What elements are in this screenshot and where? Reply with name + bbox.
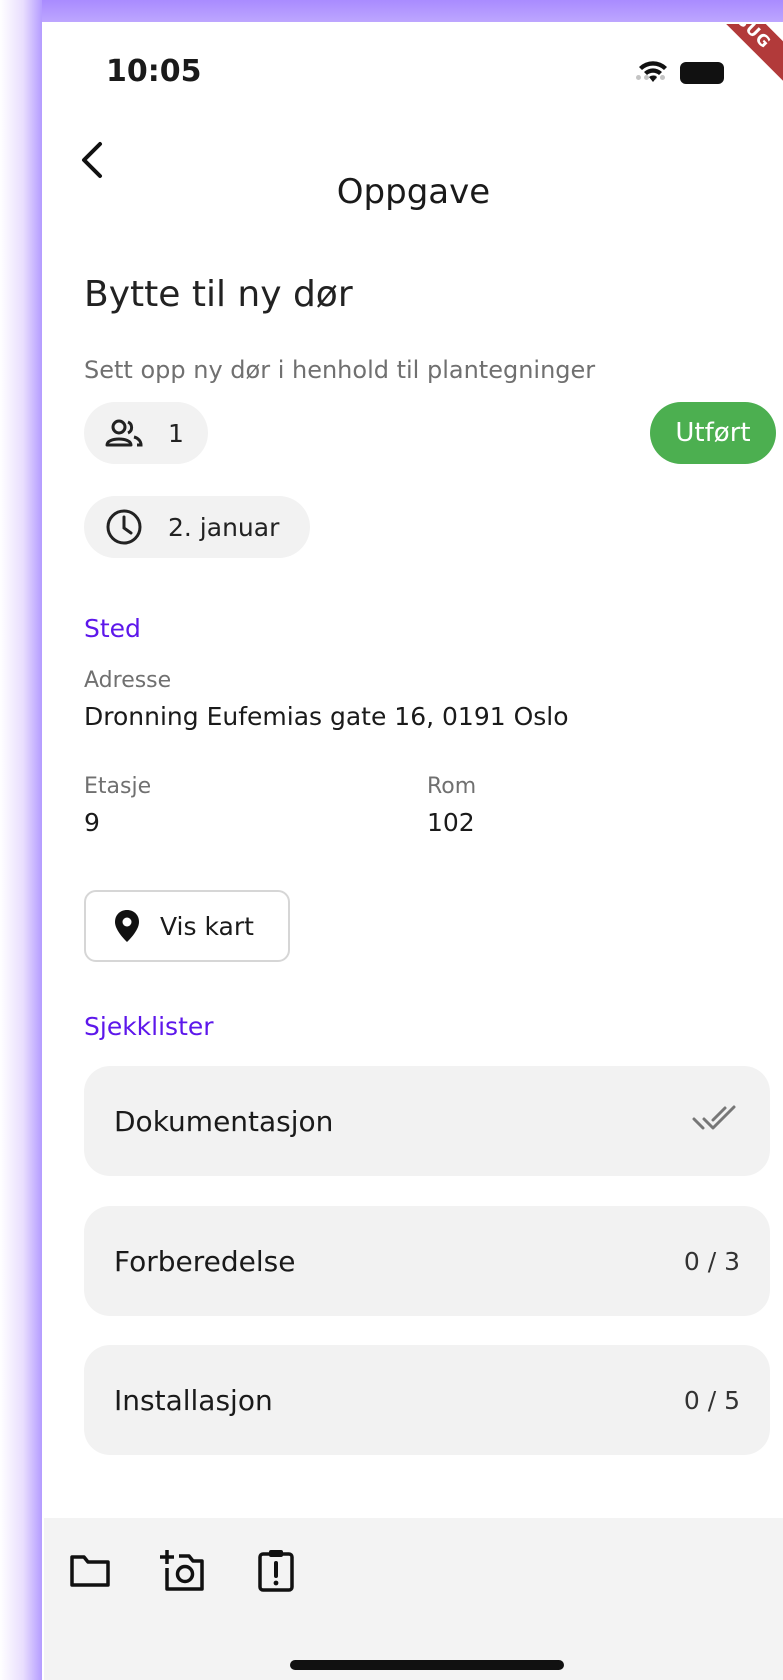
checklist-item-label: Dokumentasjon — [114, 1104, 334, 1138]
room-value: 102 — [427, 808, 475, 837]
checklists-section-title: Sjekklister — [84, 1012, 214, 1041]
bottom-toolbar — [44, 1518, 783, 1680]
show-map-label: Vis kart — [160, 911, 254, 941]
address-label: Adresse — [84, 668, 172, 693]
floor-label: Etasje — [84, 774, 152, 799]
debug-banner: DEBUG — [670, 24, 783, 96]
people-count: 1 — [168, 418, 184, 448]
show-map-button[interactable]: Vis kart — [84, 890, 290, 962]
battery-icon — [680, 62, 724, 84]
report-clipboard-icon[interactable] — [248, 1542, 304, 1598]
date-chip: 2. januar — [84, 496, 310, 558]
folder-icon[interactable] — [62, 1542, 118, 1598]
checklist-item-installasjon[interactable]: Installasjon 0 / 5 — [84, 1345, 770, 1455]
add-photo-icon[interactable] — [154, 1542, 210, 1598]
checklist-progress: 0 / 5 — [683, 1385, 740, 1415]
status-badge[interactable]: Utført — [650, 402, 776, 464]
wifi-icon-glyph — [639, 61, 667, 82]
done-all-icon — [692, 1104, 740, 1138]
checklist-item-forberedelse[interactable]: Forberedelse 0 / 3 — [84, 1206, 770, 1316]
window-frame-left — [0, 0, 42, 1680]
location-pin-icon — [114, 909, 140, 943]
task-date: 2. januar — [168, 512, 280, 542]
checklist-item-label: Forberedelse — [114, 1244, 296, 1278]
status-time: 10:05 — [106, 54, 202, 89]
window-frame-top — [42, 0, 783, 22]
location-section-title: Sted — [84, 614, 141, 643]
page-title: Oppgave — [336, 172, 491, 212]
checklist-progress: 0 / 3 — [683, 1246, 740, 1276]
home-indicator[interactable] — [290, 1660, 564, 1670]
clock-icon — [104, 507, 144, 547]
checklist-item-label: Installasjon — [114, 1383, 273, 1417]
people-icon — [104, 418, 144, 448]
task-description: Sett opp ny dør i henhold til plantegnin… — [84, 356, 596, 384]
app-screen: 10:05 DEBUG Oppgave Bytte til ny dør Set… — [44, 24, 783, 1680]
people-chip: 1 — [84, 402, 208, 464]
checklist-item-dokumentasjon[interactable]: Dokumentasjon — [84, 1066, 770, 1176]
room-label: Rom — [427, 774, 477, 799]
floor-value: 9 — [84, 808, 100, 837]
address-value: Dronning Eufemias gate 16, 0191 Oslo — [84, 702, 569, 731]
task-title: Bytte til ny dør — [84, 274, 353, 315]
